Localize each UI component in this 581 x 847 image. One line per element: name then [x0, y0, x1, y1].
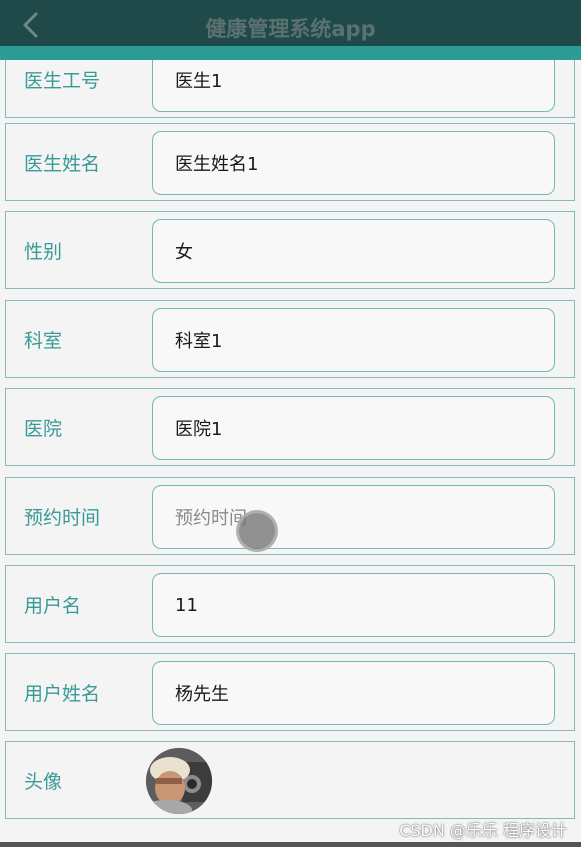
doctor-name-input[interactable]: 医生姓名1: [152, 131, 555, 195]
appointment-time-input[interactable]: 预约时间: [152, 485, 555, 549]
gender-input[interactable]: 女: [152, 219, 555, 283]
field-row-doctor-name: 医生姓名 医生姓名1: [5, 123, 575, 201]
username-input[interactable]: 11: [152, 573, 555, 637]
field-label: 性别: [24, 240, 63, 263]
field-label: 用户名: [24, 594, 82, 617]
bottom-edge: [0, 842, 581, 847]
field-label: 科室: [24, 329, 63, 352]
page-title: 健康管理系统app: [205, 17, 376, 41]
field-label: 预约时间: [24, 506, 101, 529]
field-row-hospital: 医院 医院1: [5, 388, 575, 466]
user-fullname-input[interactable]: 杨先生: [152, 661, 555, 725]
avatar-photo: [146, 748, 212, 814]
field-label: 用户姓名: [24, 682, 101, 705]
hospital-input[interactable]: 医院1: [152, 396, 555, 460]
watermark: CSDN @乐乐 程序设计: [399, 821, 567, 840]
header-accent-bar: [0, 46, 581, 60]
field-row-user-fullname: 用户姓名 杨先生: [5, 653, 575, 731]
field-row-gender: 性别 女: [5, 211, 575, 289]
touch-indicator: [236, 510, 278, 552]
field-label: 医院: [24, 417, 63, 440]
avatar[interactable]: [146, 748, 212, 814]
field-row-username: 用户名 11: [5, 565, 575, 643]
field-label: 医生姓名: [24, 152, 101, 175]
field-row-avatar: 头像: [5, 741, 575, 819]
field-row-department: 科室 科室1: [5, 300, 575, 378]
field-row-appointment-time: 预约时间 预约时间: [5, 477, 575, 555]
app-header: 健康管理系统app: [0, 0, 581, 46]
field-label: 头像: [24, 770, 63, 793]
app-screen: 医生工号 医生1 医生姓名 医生姓名1 性别 女 科室 科室1 医院 医院1 预…: [0, 0, 581, 847]
department-input[interactable]: 科室1: [152, 308, 555, 372]
